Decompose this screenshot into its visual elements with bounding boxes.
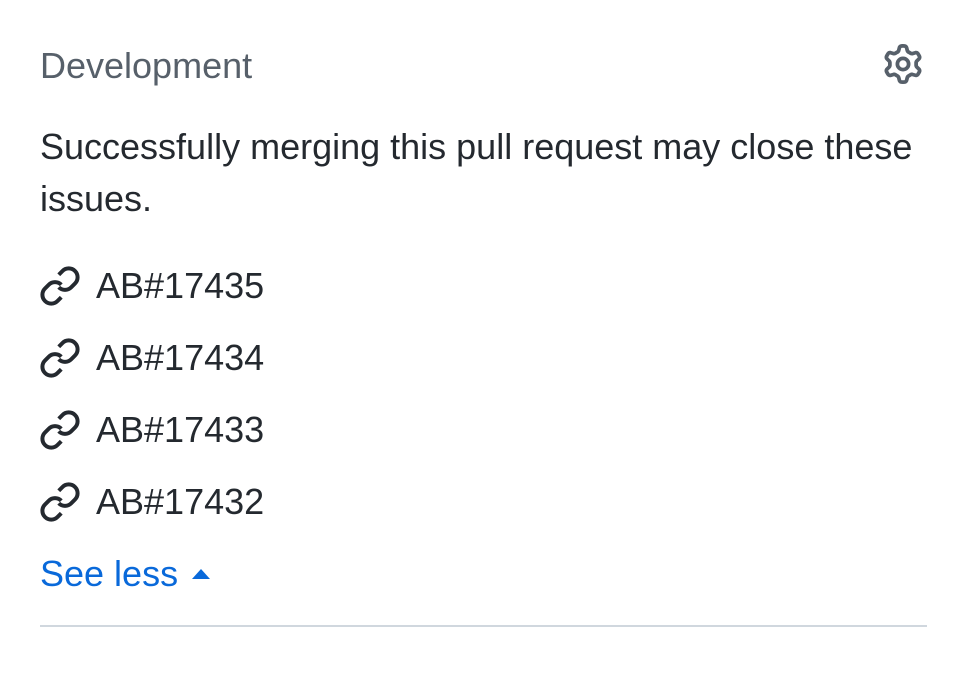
linked-issue-label: AB#17434	[96, 337, 264, 379]
linked-issue-label: AB#17432	[96, 481, 264, 523]
link-icon	[40, 338, 80, 378]
linked-issue-item[interactable]: AB#17434	[40, 337, 927, 379]
linked-issue-label: AB#17435	[96, 265, 264, 307]
linked-issue-item[interactable]: AB#17433	[40, 409, 927, 451]
section-divider	[40, 625, 927, 627]
caret-up-icon	[190, 567, 212, 581]
gear-icon	[883, 44, 923, 87]
linked-issues-list: AB#17435 AB#17434 AB#17433 AB#17432	[40, 265, 927, 523]
section-description: Successfully merging this pull request m…	[40, 121, 927, 225]
linked-issue-item[interactable]: AB#17435	[40, 265, 927, 307]
see-less-toggle[interactable]: See less	[40, 553, 927, 595]
link-icon	[40, 410, 80, 450]
toggle-label: See less	[40, 553, 178, 595]
link-icon	[40, 266, 80, 306]
linked-issue-item[interactable]: AB#17432	[40, 481, 927, 523]
section-title: Development	[40, 45, 252, 87]
development-section-header: Development	[40, 40, 927, 91]
settings-button[interactable]	[879, 40, 927, 91]
link-icon	[40, 482, 80, 522]
linked-issue-label: AB#17433	[96, 409, 264, 451]
